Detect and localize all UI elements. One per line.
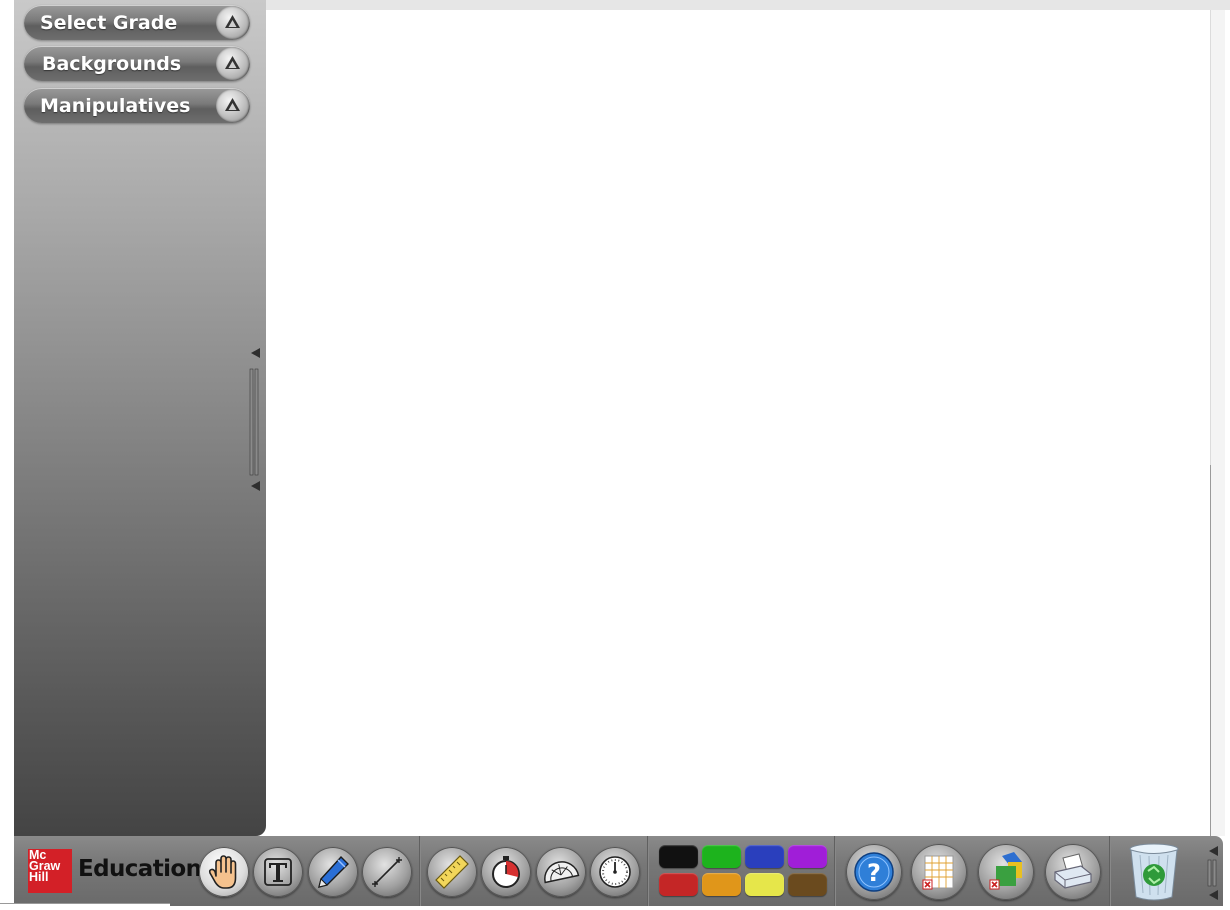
toolbar-separator: [419, 836, 421, 906]
toolbar-expand-handle[interactable]: [1204, 836, 1223, 906]
backgrounds-button[interactable]: Backgrounds: [24, 46, 250, 81]
hand-tool-button[interactable]: [199, 847, 249, 897]
trash-button[interactable]: [1126, 841, 1182, 903]
toolbar-separator: [834, 836, 836, 906]
protractor-icon: [544, 861, 580, 884]
line-tool-icon: [372, 857, 402, 887]
top-strip: [264, 0, 1230, 10]
print-icon: [1054, 853, 1092, 889]
chevron-up-icon: [216, 47, 249, 80]
print-button[interactable]: [1045, 844, 1101, 900]
work-canvas[interactable]: [266, 10, 1210, 836]
pen-icon: [318, 855, 349, 888]
right-edge-line: [1210, 465, 1211, 836]
toolbar-separator: [647, 836, 649, 906]
color-swatch[interactable]: [659, 873, 698, 896]
chevron-up-icon: [216, 89, 249, 122]
color-swatch[interactable]: [788, 873, 827, 896]
mcgraw-hill-logo: Mc Graw Hill: [28, 849, 72, 893]
clear-grid-icon: [922, 855, 954, 890]
clear-shapes-icon: [989, 852, 1022, 890]
clear-shapes-button[interactable]: [978, 844, 1034, 900]
protractor-button[interactable]: [536, 847, 586, 897]
backgrounds-label: Backgrounds: [42, 53, 182, 75]
recycle-bin-icon: [1129, 843, 1179, 901]
education-label: Education: [78, 856, 202, 882]
bottom-edge: [0, 903, 170, 907]
hand-pointer-icon: [208, 855, 237, 889]
select-grade-button[interactable]: Select Grade: [24, 5, 250, 40]
clear-grid-button[interactable]: [911, 844, 967, 900]
ruler-button[interactable]: [427, 847, 477, 897]
color-swatch[interactable]: [788, 845, 827, 868]
pen-tool-button[interactable]: [308, 847, 358, 897]
color-swatch[interactable]: [745, 873, 784, 896]
collapse-handle-icon[interactable]: [248, 345, 264, 495]
line-tool-button[interactable]: [362, 847, 412, 897]
timer-icon: [492, 856, 520, 888]
color-swatch[interactable]: [702, 873, 741, 896]
toolbar-separator: [1109, 836, 1111, 906]
sidebar: Select Grade Backgrounds Manipulatives: [14, 0, 266, 836]
chevron-up-icon: [216, 6, 249, 39]
select-grade-label: Select Grade: [40, 12, 178, 34]
color-swatch[interactable]: [745, 845, 784, 868]
svg-text:?: ?: [867, 859, 881, 887]
clock-icon: [599, 856, 631, 888]
color-swatch[interactable]: [702, 845, 741, 868]
help-button[interactable]: ?: [846, 844, 902, 900]
manipulatives-button[interactable]: Manipulatives: [24, 88, 250, 123]
right-edge: [1210, 10, 1225, 836]
clock-button[interactable]: [590, 847, 640, 897]
left-margin: [0, 0, 14, 906]
ruler-icon: [435, 855, 469, 889]
color-swatch[interactable]: [659, 845, 698, 868]
text-tool-icon: [264, 858, 292, 886]
text-tool-button[interactable]: [253, 847, 303, 897]
help-icon: ?: [854, 852, 894, 892]
manipulatives-label: Manipulatives: [40, 95, 191, 117]
timer-button[interactable]: [481, 847, 531, 897]
bottom-toolbar: Mc Graw Hill Education ?: [14, 836, 1223, 906]
